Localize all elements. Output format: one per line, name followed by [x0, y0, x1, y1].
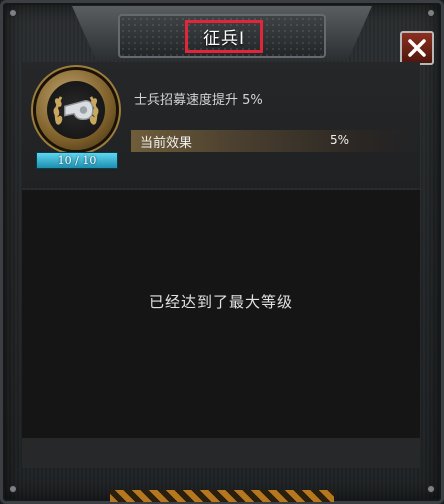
rivet-decoration [10, 486, 16, 492]
skill-level-bar: 10 / 10 [36, 152, 118, 169]
bottom-strip [22, 438, 420, 468]
current-effect-label: 当前效果 [140, 136, 193, 151]
hazard-stripe-decoration [110, 490, 334, 502]
whistle-laurel-icon [47, 81, 105, 139]
skill-description: 士兵招募速度提升 5% [134, 93, 263, 108]
close-button[interactable] [400, 31, 434, 65]
dialog-title: 征兵I [202, 29, 245, 49]
rivet-decoration [10, 10, 16, 16]
rivet-decoration [428, 10, 434, 16]
skill-level-text: 10 / 10 [57, 154, 97, 167]
title-highlight: 征兵I [185, 20, 263, 53]
rivet-decoration [428, 486, 434, 492]
status-panel: 已经达到了最大等级 [22, 190, 420, 438]
close-x-icon [408, 39, 426, 57]
max-level-message: 已经达到了最大等级 [148, 293, 293, 311]
skill-badge [36, 70, 116, 150]
current-effect-value: 5% [330, 133, 350, 147]
